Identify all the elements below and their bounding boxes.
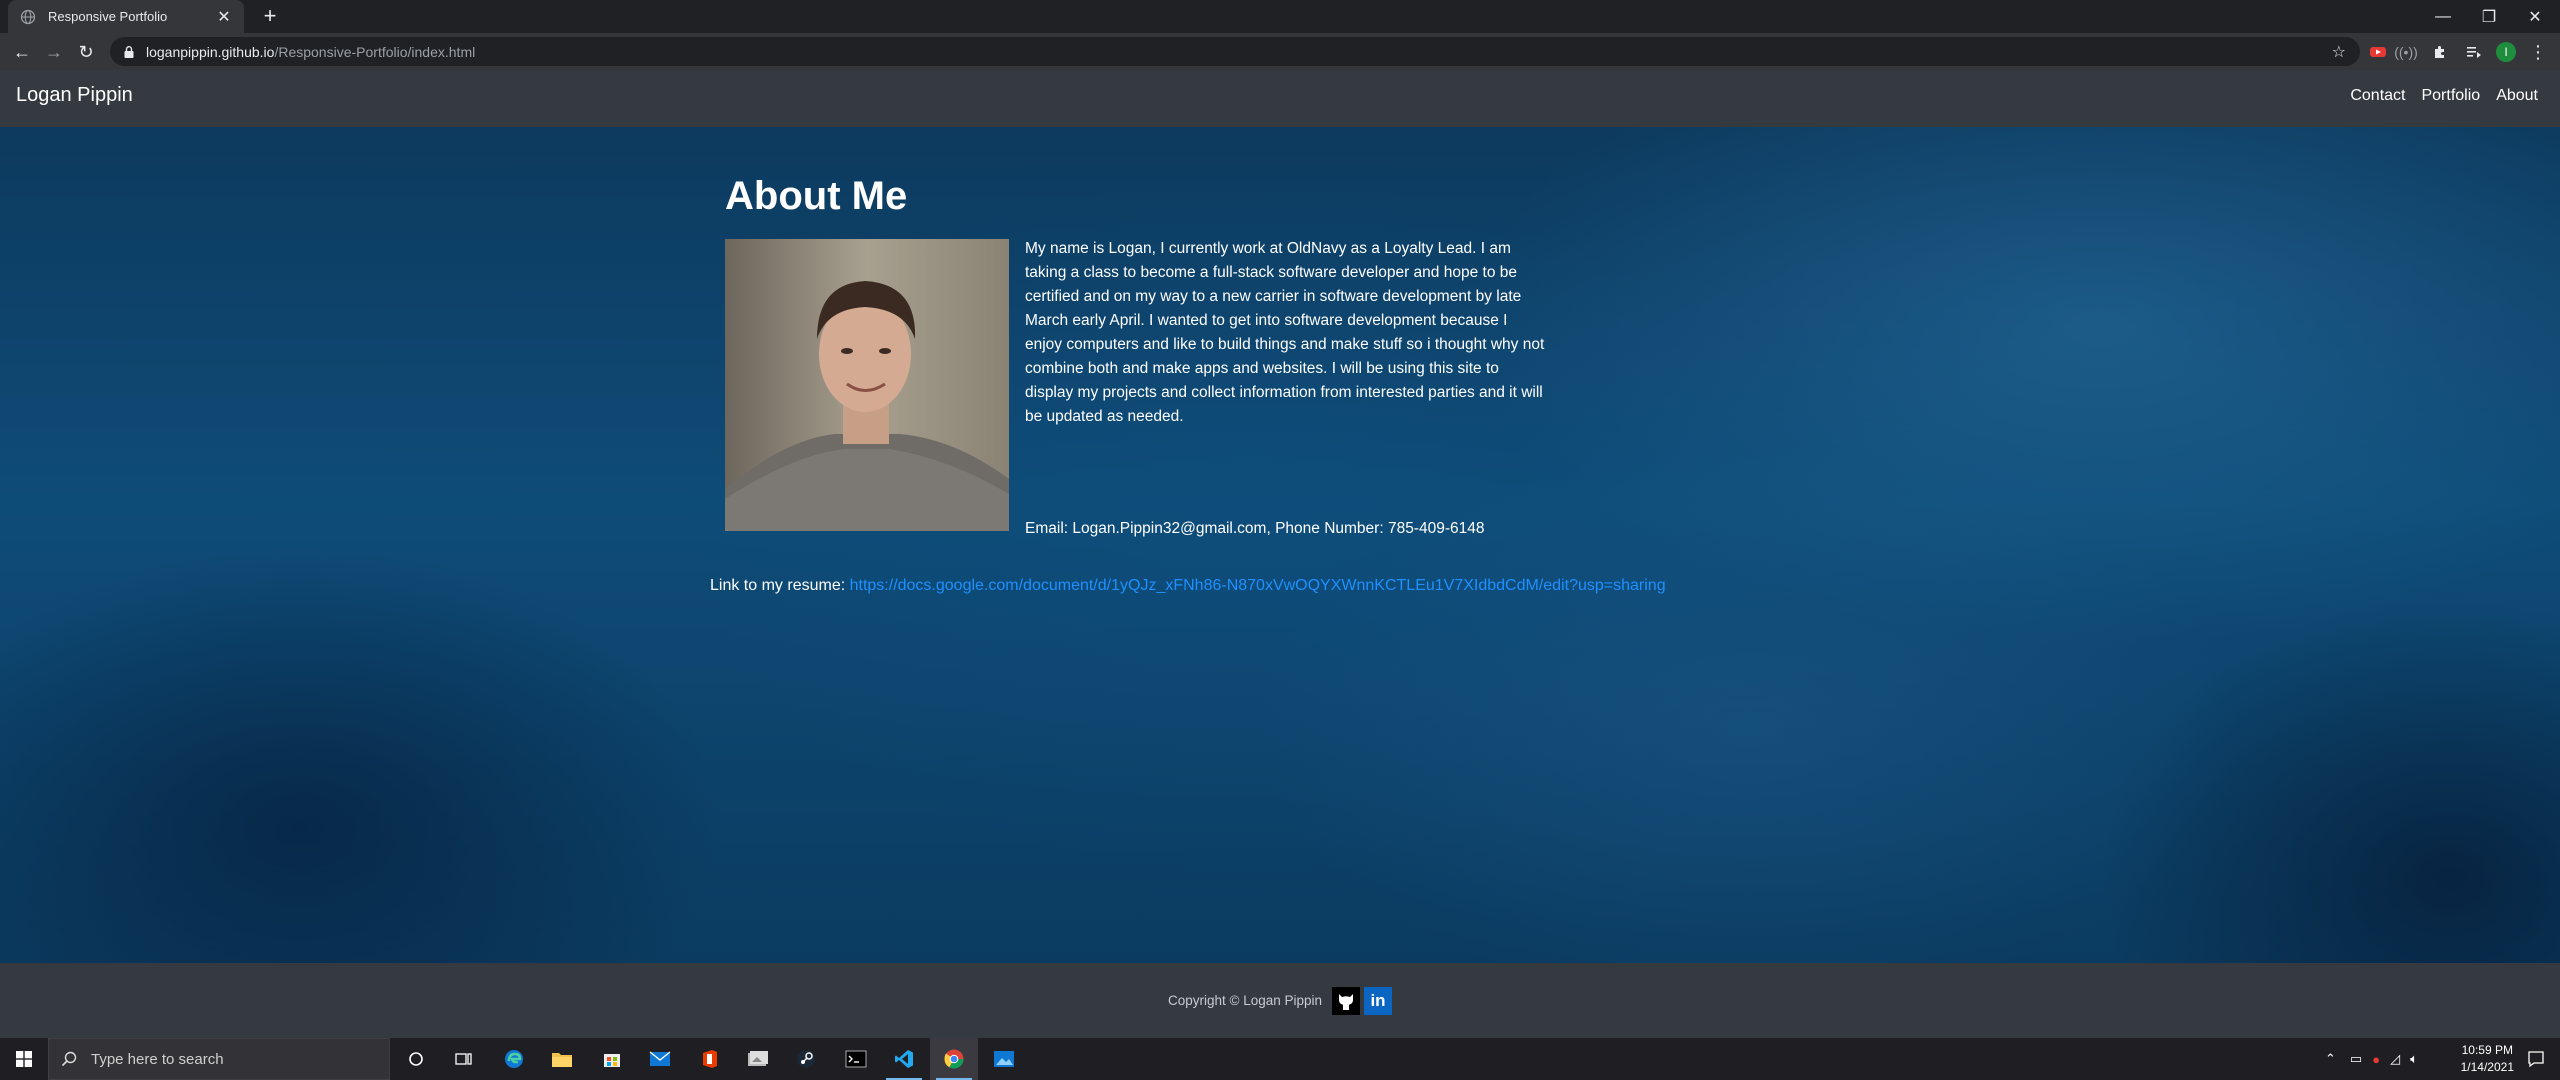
close-tab-icon[interactable]: ✕	[216, 7, 232, 27]
photos-icon[interactable]	[980, 1038, 1028, 1080]
nav-links: Contact Portfolio About	[2334, 87, 2538, 105]
globe-icon	[20, 9, 36, 25]
edge-icon[interactable]	[490, 1038, 538, 1080]
about-section: About Me My name is Logan, I currently w…	[0, 127, 2560, 963]
github-icon[interactable]	[1332, 986, 1361, 1015]
clock-time: 10:59 PM	[2461, 1043, 2513, 1057]
file-explorer-icon[interactable]	[538, 1038, 586, 1080]
extension-sound-icon[interactable]: ((•))	[2394, 42, 2418, 62]
extensions-puzzle-icon[interactable]	[2430, 42, 2450, 62]
volume-icon[interactable]: 🔈︎	[2410, 1051, 2418, 1067]
display-icon[interactable]: ▭	[2350, 1051, 2362, 1067]
browser-tab-strip: Responsive Portfolio ✕ + — ❐ ✕	[0, 0, 2560, 33]
url-path: /Responsive-Portfolio/index.html	[274, 43, 476, 60]
resume-line: Link to my resume: https://docs.google.c…	[710, 577, 1666, 595]
windows-taskbar: Type here to search ⌃ ▭ ● ◿ 🔈︎ 10:59 PM …	[0, 1038, 2560, 1080]
search-placeholder: Type here to search	[91, 1050, 224, 1068]
tab-title: Responsive Portfolio	[48, 9, 168, 24]
nav-link-portfolio[interactable]: Portfolio	[2421, 87, 2480, 105]
system-tray: ⌃ ▭ ● ◿ 🔈︎	[2325, 1038, 2418, 1080]
task-view-icon[interactable]	[440, 1038, 488, 1080]
windows-start-icon[interactable]	[0, 1038, 48, 1080]
reload-button[interactable]: ↻	[72, 38, 100, 66]
chevron-up-icon[interactable]: ⌃	[2325, 1051, 2336, 1067]
mail-icon[interactable]	[636, 1038, 684, 1080]
minimize-button[interactable]: —	[2420, 0, 2466, 33]
cortana-icon[interactable]	[392, 1038, 440, 1080]
extension-red-icon[interactable]	[2368, 42, 2388, 62]
new-tab-button[interactable]: +	[258, 4, 282, 28]
profile-photo	[725, 239, 1009, 531]
restore-button[interactable]: ❐	[2466, 0, 2512, 33]
linkedin-icon[interactable]: in	[1364, 986, 1393, 1015]
chrome-menu-icon[interactable]: ⋮	[2528, 42, 2548, 62]
photos-app-icon[interactable]	[734, 1038, 782, 1080]
site-navbar: Logan Pippin Contact Portfolio About	[0, 70, 2560, 127]
address-bar[interactable]: loganpippin.github.io/Responsive-Portfol…	[110, 37, 2360, 66]
search-icon	[61, 1051, 77, 1067]
lock-icon	[122, 45, 136, 59]
site-brand[interactable]: Logan Pippin	[16, 84, 133, 107]
web-page: Logan Pippin Contact Portfolio About Abo…	[0, 70, 2560, 1038]
contact-info: Email: Logan.Pippin32@gmail.com, Phone N…	[1025, 520, 1485, 537]
forward-button[interactable]: →	[40, 38, 68, 66]
profile-avatar[interactable]: I	[2496, 42, 2516, 62]
vscode-icon[interactable]	[880, 1038, 928, 1080]
steam-icon[interactable]	[782, 1038, 830, 1080]
site-footer: Copyright © Logan Pippin in	[0, 963, 2560, 1038]
notifications-icon[interactable]	[2512, 1038, 2560, 1080]
browser-tab[interactable]: Responsive Portfolio ✕	[8, 0, 244, 33]
chrome-icon[interactable]	[930, 1038, 978, 1080]
nav-link-contact[interactable]: Contact	[2350, 87, 2405, 105]
close-window-button[interactable]: ✕	[2512, 0, 2558, 33]
network-icon[interactable]: ◿	[2390, 1051, 2400, 1067]
media-queue-icon[interactable]	[2464, 42, 2484, 62]
back-button[interactable]: ←	[8, 38, 36, 66]
resume-link[interactable]: https://docs.google.com/document/d/1yQJz…	[850, 577, 1666, 594]
bio-text: My name is Logan, I currently work at Ol…	[1025, 240, 1545, 425]
bookmark-star-icon[interactable]: ☆	[2332, 42, 2346, 62]
resume-label: Link to my resume:	[710, 577, 850, 594]
terminal-icon[interactable]	[832, 1038, 880, 1080]
taskbar-clock[interactable]: 10:59 PM 1/14/2021	[2461, 1042, 2514, 1076]
clock-date: 1/14/2021	[2460, 1060, 2514, 1074]
taskbar-search-box[interactable]: Type here to search	[48, 1038, 390, 1080]
page-title: About Me	[725, 174, 908, 218]
url-host: loganpippin.github.io	[146, 43, 275, 60]
office-icon[interactable]	[686, 1038, 734, 1080]
browser-toolbar: ← → ↻ loganpippin.github.io/Responsive-P…	[0, 33, 2560, 70]
store-icon[interactable]	[588, 1038, 636, 1080]
nav-link-about[interactable]: About	[2496, 87, 2538, 105]
footer-copyright: Copyright © Logan Pippin	[1167, 993, 1323, 1008]
security-icon[interactable]: ●	[2372, 1052, 2380, 1067]
